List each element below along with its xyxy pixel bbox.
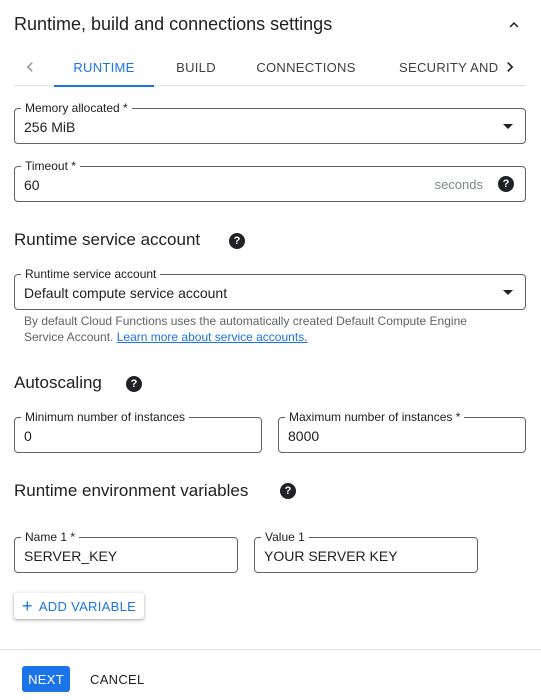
env-value-input[interactable]: Value 1 YOUR SERVER KEY	[254, 529, 478, 573]
timeout-label: Timeout *	[21, 158, 80, 174]
tab-scroll-left-button[interactable]	[14, 48, 46, 86]
memory-allocated-label: Memory allocated *	[21, 100, 132, 116]
env-name-label: Name 1 *	[21, 529, 80, 545]
divider	[0, 649, 541, 650]
min-instances-value: 0	[24, 428, 32, 444]
tab-bar: RUNTIME BUILD CONNECTIONS SECURITY AND	[14, 48, 526, 87]
env-value-label: Value 1	[261, 529, 309, 545]
tab-label: BUILD	[176, 59, 216, 75]
timeout-suffix: seconds	[434, 177, 483, 192]
autoscaling-heading: Autoscaling	[14, 373, 102, 392]
dropdown-arrow-icon	[503, 124, 513, 129]
runtime-service-account-heading: Runtime service account	[14, 230, 201, 249]
min-instances-input[interactable]: Minimum number of instances 0	[14, 409, 262, 453]
chevron-right-icon	[507, 62, 514, 72]
min-instances-label: Minimum number of instances	[21, 409, 190, 425]
tab-connections[interactable]: CONNECTIONS	[246, 48, 366, 86]
learn-more-link[interactable]: Learn more about service accounts.	[117, 330, 308, 344]
dropdown-arrow-icon	[503, 290, 513, 295]
section-title: Runtime, build and connections settings	[14, 14, 333, 34]
memory-allocated-select[interactable]: Memory allocated * 256 MiB	[14, 100, 526, 144]
tab-security[interactable]: SECURITY AND	[387, 48, 501, 86]
help-icon[interactable]: ?	[280, 483, 296, 499]
tab-label: RUNTIME	[73, 59, 135, 75]
env-vars-heading: Runtime environment variables	[14, 481, 249, 500]
help-icon[interactable]: ?	[498, 176, 514, 192]
env-name-value: SERVER_KEY	[24, 548, 118, 564]
tab-label: CONNECTIONS	[256, 59, 356, 75]
next-button[interactable]: NEXT	[22, 666, 70, 692]
max-instances-input[interactable]: Maximum number of instances * 8000	[278, 409, 526, 453]
timeout-value: 60	[24, 177, 40, 193]
timeout-input[interactable]: Timeout * 60 seconds ?	[14, 158, 526, 202]
collapse-section-button[interactable]	[502, 13, 526, 37]
memory-allocated-value: 256 MiB	[24, 119, 76, 135]
chevron-up-icon	[509, 22, 519, 28]
add-variable-button[interactable]: + ADD VARIABLE	[14, 593, 145, 619]
service-account-select[interactable]: Runtime service account Default compute …	[14, 266, 526, 310]
cancel-button[interactable]: CANCEL	[84, 666, 151, 692]
tab-label: SECURITY AND	[399, 59, 499, 75]
env-value-value: YOUR SERVER KEY	[264, 548, 398, 564]
service-account-hint: By default Cloud Functions uses the auto…	[24, 313, 524, 345]
plus-icon: +	[22, 596, 33, 616]
tab-build[interactable]: BUILD	[164, 48, 228, 86]
service-account-value: Default compute service account	[24, 285, 228, 301]
hint-text: Service Account.	[24, 330, 117, 344]
env-name-input[interactable]: Name 1 * SERVER_KEY	[14, 529, 238, 573]
max-instances-label: Maximum number of instances *	[285, 409, 465, 425]
help-icon[interactable]: ?	[229, 233, 245, 249]
hint-line: Service Account. Learn more about servic…	[24, 329, 524, 345]
tab-runtime[interactable]: RUNTIME	[54, 48, 154, 87]
chevron-left-icon	[26, 62, 33, 72]
hint-line: By default Cloud Functions uses the auto…	[24, 314, 467, 328]
service-account-label: Runtime service account	[21, 266, 161, 282]
tab-scroll-right-button[interactable]	[494, 48, 526, 86]
help-icon[interactable]: ?	[126, 376, 142, 392]
add-variable-label: ADD VARIABLE	[38, 598, 137, 614]
max-instances-value: 8000	[288, 428, 320, 444]
